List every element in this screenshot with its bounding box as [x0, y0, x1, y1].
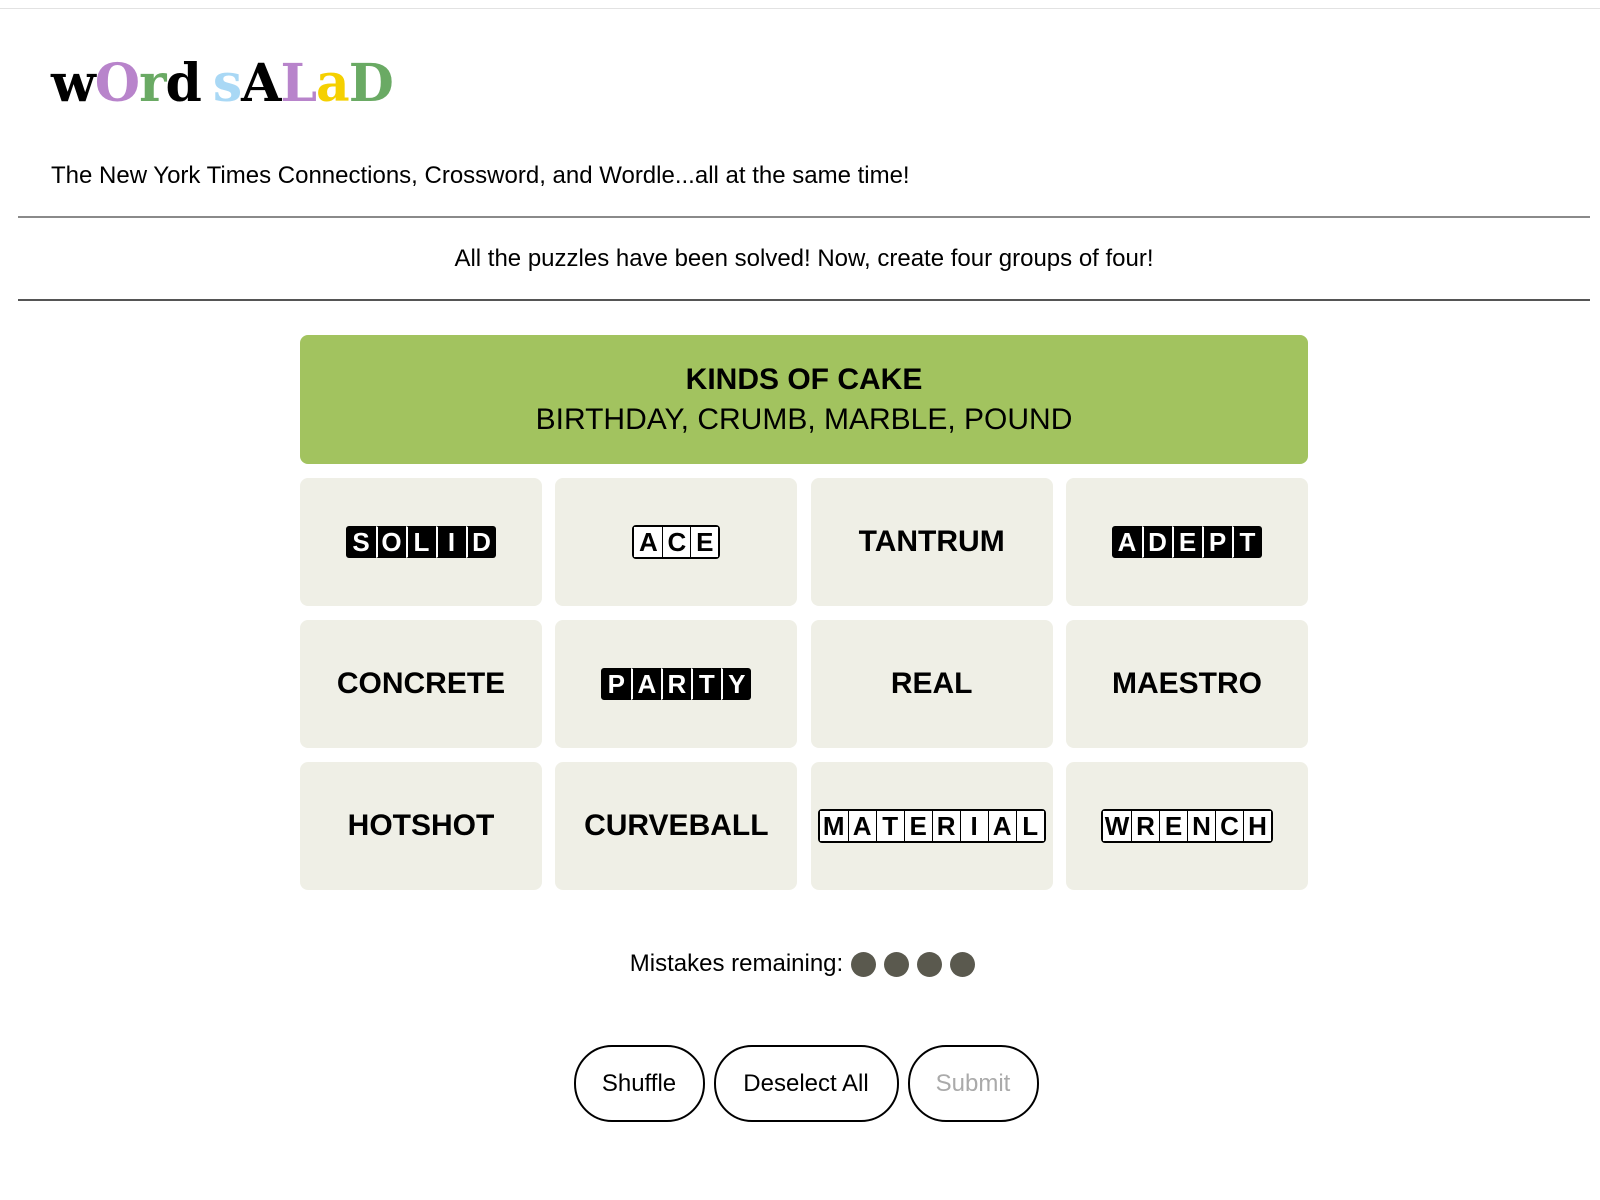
tile-letter-box: T — [691, 668, 722, 700]
tile-letter-box: A — [631, 668, 662, 700]
word-salad-page: wOrd sALaD The New York Times Connection… — [0, 0, 1600, 1200]
tile-word: CONCRETE — [336, 667, 506, 700]
word-tile-party[interactable]: PARTY — [555, 620, 798, 748]
tile-word-boxes: ADEPT — [1111, 526, 1262, 558]
shuffle-button[interactable]: Shuffle — [573, 1045, 705, 1122]
tile-letter-box: O — [376, 526, 406, 558]
word-tile-maestro[interactable]: MAESTRO — [1065, 620, 1308, 748]
tile-word-boxes: SOLID — [346, 526, 496, 558]
tile-letter-box: A — [1111, 526, 1142, 558]
action-buttons: Shuffle Deselect All Submit — [0, 1045, 1600, 1122]
tile-letter-box: R — [931, 811, 960, 841]
submit-button[interactable]: Submit — [907, 1045, 1039, 1122]
logo-letter: s — [212, 53, 242, 114]
tile-letter-box: E — [1171, 526, 1202, 558]
tile-letter-box: I — [959, 811, 988, 841]
tile-letter-box: W — [1102, 811, 1131, 841]
solved-group-kinds-of-cake: KINDS OF CAKE BIRTHDAY, CRUMB, MARBLE, P… — [300, 335, 1308, 464]
logo-letter: O — [94, 53, 140, 114]
mistakes-label: Mistakes remaining: — [629, 950, 844, 977]
logo-letter: d — [165, 53, 201, 114]
word-tile-ace[interactable]: ACE — [555, 478, 798, 606]
tile-letter-box: R — [1130, 811, 1159, 841]
logo-letter: D — [348, 53, 394, 114]
tile-letter-box: L — [1015, 811, 1044, 841]
word-tile-curveball[interactable]: CURVEBALL — [555, 762, 798, 890]
word-tile-hotshot[interactable]: HOTSHOT — [300, 762, 542, 890]
tile-word-boxes: PARTY — [601, 668, 752, 700]
tile-letter-box: R — [661, 668, 692, 700]
tile-letter-box: I — [436, 526, 466, 558]
tile-word-boxes: WRENCH — [1100, 809, 1273, 843]
tile-letter-box: C — [1214, 811, 1243, 841]
tile-letter-box: E — [1158, 811, 1187, 841]
word-tile-material[interactable]: MATERIAL — [810, 762, 1053, 890]
logo-letter: L — [280, 53, 317, 114]
tile-word-boxes: MATERIAL — [817, 809, 1046, 843]
mistake-dots — [851, 951, 983, 977]
tile-letter-box: E — [903, 811, 932, 841]
solved-group-members: BIRTHDAY, CRUMB, MARBLE, POUND — [535, 402, 1073, 436]
mistakes-remaining: Mistakes remaining: — [0, 948, 1600, 980]
subtitle: The New York Times Connections, Crosswor… — [51, 162, 910, 189]
word-tile-solid[interactable]: SOLID — [300, 478, 542, 606]
tile-letter-box: C — [662, 527, 691, 557]
tile-letter-box: E — [690, 527, 719, 557]
word-tile-real[interactable]: REAL — [810, 620, 1053, 748]
mistake-dot — [851, 951, 877, 977]
mistake-dot — [884, 951, 910, 977]
top-divider — [0, 8, 1600, 9]
logo-letter: A — [241, 53, 281, 114]
tile-letter-box: D — [1141, 526, 1172, 558]
mistake-dot — [950, 951, 976, 977]
logo-letter: w — [51, 53, 96, 114]
tile-word: HOTSHOT — [347, 809, 495, 842]
solved-group-title: KINDS OF CAKE — [685, 362, 923, 396]
mistake-dot — [917, 951, 943, 977]
word-tile-grid: S O L I D A C E TANTRUM A D E P T CONCRETE P A R T Y REAL MAE… — [300, 478, 1308, 890]
word-tile-concrete[interactable]: CONCRETE — [300, 620, 542, 748]
tile-word-boxes: ACE — [632, 525, 721, 559]
status-banner: All the puzzles have been solved! Now, c… — [454, 245, 1154, 272]
tile-word: MAESTRO — [1111, 667, 1262, 700]
logo-letter — [201, 52, 213, 116]
logo-letter: a — [316, 53, 350, 114]
divider-bottom — [18, 299, 1590, 301]
tile-word: REAL — [890, 667, 973, 700]
tile-letter-box: P — [601, 668, 632, 700]
tile-letter-box: P — [1201, 526, 1232, 558]
tile-letter-box: L — [406, 526, 436, 558]
tile-letter-box: T — [875, 811, 904, 841]
word-salad-logo: wOrd sALaD — [51, 52, 394, 116]
tile-letter-box: Y — [721, 668, 752, 700]
tile-letter-box: N — [1186, 811, 1215, 841]
logo-letter: r — [139, 53, 166, 114]
word-tile-wrench[interactable]: WRENCH — [1065, 762, 1308, 890]
word-tile-adept[interactable]: ADEPT — [1065, 478, 1308, 606]
tile-word: CURVEBALL — [584, 809, 769, 842]
word-tile-tantrum[interactable]: TANTRUM — [810, 478, 1053, 606]
tile-letter-box: H — [1242, 811, 1271, 841]
tile-letter-box: A — [634, 527, 663, 557]
tile-word: TANTRUM — [858, 525, 1005, 558]
tile-letter-box: D — [466, 526, 496, 558]
divider-top — [18, 216, 1590, 218]
tile-letter-box: T — [1231, 526, 1262, 558]
deselect-all-button[interactable]: Deselect All — [713, 1045, 899, 1122]
tile-letter-box: S — [346, 526, 376, 558]
tile-letter-box: A — [987, 811, 1016, 841]
tile-letter-box: M — [819, 811, 848, 841]
tile-letter-box: A — [847, 811, 876, 841]
